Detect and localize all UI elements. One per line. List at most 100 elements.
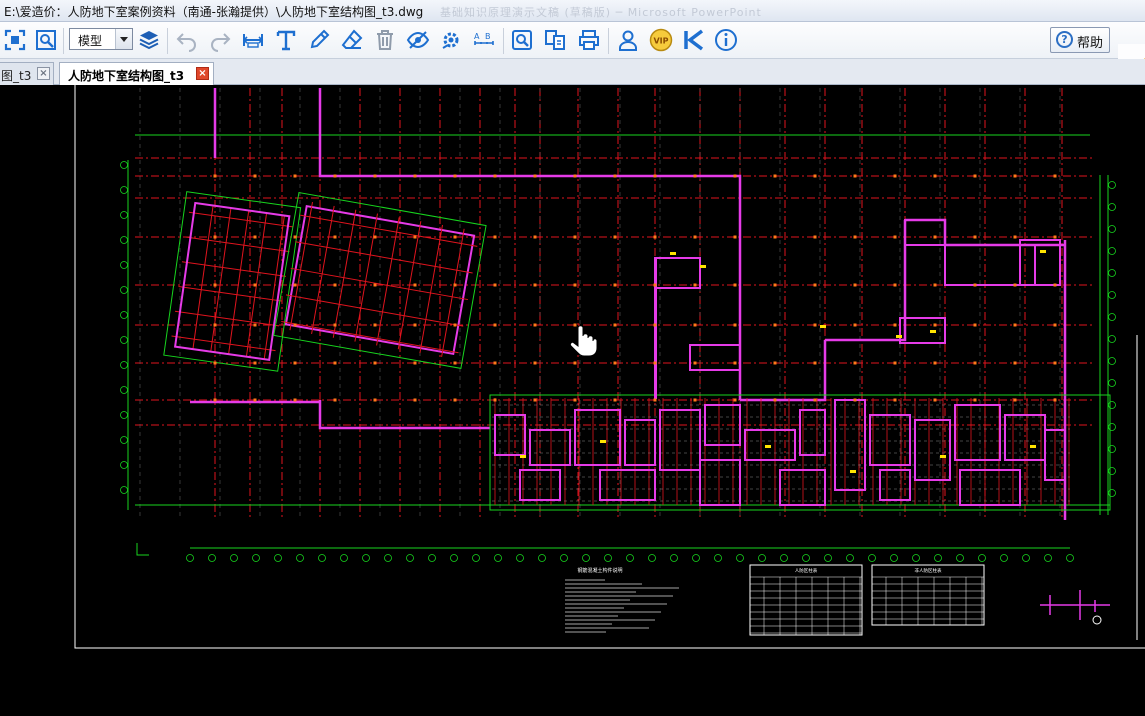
- axis-bubble: [120, 211, 128, 219]
- detail-symbol: [1040, 590, 1110, 620]
- column-marker: [1013, 235, 1017, 239]
- settings-icon[interactable]: [437, 26, 465, 54]
- column-marker: [453, 283, 457, 287]
- axis-bubble: [1108, 269, 1116, 277]
- structural-room: [954, 404, 1001, 461]
- column-marker: [773, 323, 777, 327]
- undo-icon[interactable]: [173, 26, 201, 54]
- column-marker: [333, 323, 337, 327]
- chevron-down-icon[interactable]: [115, 29, 132, 49]
- structural-room: [599, 469, 656, 501]
- column-marker: [373, 174, 377, 178]
- toolbar: 模型 AB VIP ? 帮助: [0, 22, 1145, 81]
- zoom-window-icon[interactable]: [32, 26, 60, 54]
- column-marker: [373, 398, 377, 402]
- column-marker: [293, 361, 297, 365]
- axis-bubble: [1108, 181, 1116, 189]
- axis-bubble: [450, 554, 458, 562]
- mode-select[interactable]: 模型: [69, 28, 133, 50]
- hide-icon[interactable]: [404, 26, 432, 54]
- scale-icon[interactable]: AB: [470, 26, 498, 54]
- user-icon[interactable]: [614, 26, 642, 54]
- column-marker: [1053, 235, 1057, 239]
- zoom-doc-icon[interactable]: [508, 26, 536, 54]
- redo-icon[interactable]: [206, 26, 234, 54]
- window-title: E:\爱造价：人防地下室案例资料（南通-张瀚提供）\人防地下室结构图_t3.dw…: [4, 5, 424, 19]
- delete-icon[interactable]: [371, 26, 399, 54]
- compare-icon[interactable]: [541, 26, 569, 54]
- vip-icon[interactable]: VIP: [647, 26, 675, 54]
- column-marker: [613, 283, 617, 287]
- column-marker: [773, 174, 777, 178]
- axis-bubble: [648, 554, 656, 562]
- axis-bubble: [1044, 554, 1052, 562]
- pen-icon[interactable]: [305, 26, 333, 54]
- column-marker: [613, 174, 617, 178]
- close-icon[interactable]: ×: [196, 67, 209, 80]
- column-marker: [373, 361, 377, 365]
- axis-bubble: [1108, 247, 1116, 255]
- axis-bubble: [604, 554, 612, 562]
- info-icon[interactable]: [712, 26, 740, 54]
- column-marker: [693, 283, 697, 287]
- tab-document-1[interactable]: 图_t3 ×: [0, 62, 54, 85]
- column-marker: [813, 323, 817, 327]
- structural-room: [529, 429, 571, 466]
- annotation-mark: [896, 335, 902, 338]
- axis-bubble: [120, 411, 128, 419]
- column-marker: [853, 174, 857, 178]
- axis-bubble: [120, 236, 128, 244]
- axis-bubble: [230, 554, 238, 562]
- structural-room: [654, 257, 657, 399]
- column-marker: [453, 361, 457, 365]
- column-marker: [933, 235, 937, 239]
- structural-room: [869, 414, 911, 466]
- axis-bubble: [274, 554, 282, 562]
- axis-bubble: [120, 286, 128, 294]
- column-marker: [413, 398, 417, 402]
- column-marker: [973, 174, 977, 178]
- column-marker: [733, 235, 737, 239]
- column-table-title: 人防区柱表: [795, 567, 818, 574]
- eraser-icon[interactable]: [338, 26, 366, 54]
- axis-bubble: [824, 554, 832, 562]
- fit-window-icon[interactable]: [1, 26, 29, 54]
- axis-bubble: [1066, 554, 1074, 562]
- column-marker: [1013, 174, 1017, 178]
- column-marker: [853, 323, 857, 327]
- annotation-mark: [700, 265, 706, 268]
- measure-icon[interactable]: [239, 26, 267, 54]
- column-marker: [893, 323, 897, 327]
- brand-k-icon[interactable]: [680, 26, 708, 54]
- column-marker: [213, 361, 217, 365]
- column-marker: [1013, 323, 1017, 327]
- axis-bubble: [340, 554, 348, 562]
- column-marker: [853, 235, 857, 239]
- column-marker: [693, 323, 697, 327]
- drawing-canvas[interactable]: 钢筋混凝土构件说明 人防区柱表 非人防区柱表: [0, 85, 1145, 716]
- help-button[interactable]: ? 帮助: [1050, 27, 1110, 53]
- axis-bubble: [1108, 225, 1116, 233]
- column-marker: [293, 398, 297, 402]
- column-marker: [973, 283, 977, 287]
- column-marker: [893, 174, 897, 178]
- print-icon[interactable]: [575, 26, 603, 54]
- column-marker: [973, 398, 977, 402]
- structural-room: [624, 419, 656, 466]
- help-label: 帮助: [1077, 36, 1104, 51]
- layers-icon[interactable]: [135, 26, 163, 54]
- column-marker: [533, 283, 537, 287]
- text-icon[interactable]: [272, 26, 300, 54]
- column-marker: [213, 323, 217, 327]
- toolbar-separator: [63, 28, 64, 54]
- tab-document-2[interactable]: 人防地下室结构图_t3 ×: [59, 62, 214, 85]
- column-marker: [893, 361, 897, 365]
- column-marker: [1053, 283, 1057, 287]
- axis-bubble: [890, 554, 898, 562]
- column-marker: [1013, 398, 1017, 402]
- toolbar-separator: [503, 28, 504, 54]
- column-marker: [213, 283, 217, 287]
- column-marker: [893, 398, 897, 402]
- close-icon[interactable]: ×: [37, 67, 50, 80]
- column-marker: [773, 361, 777, 365]
